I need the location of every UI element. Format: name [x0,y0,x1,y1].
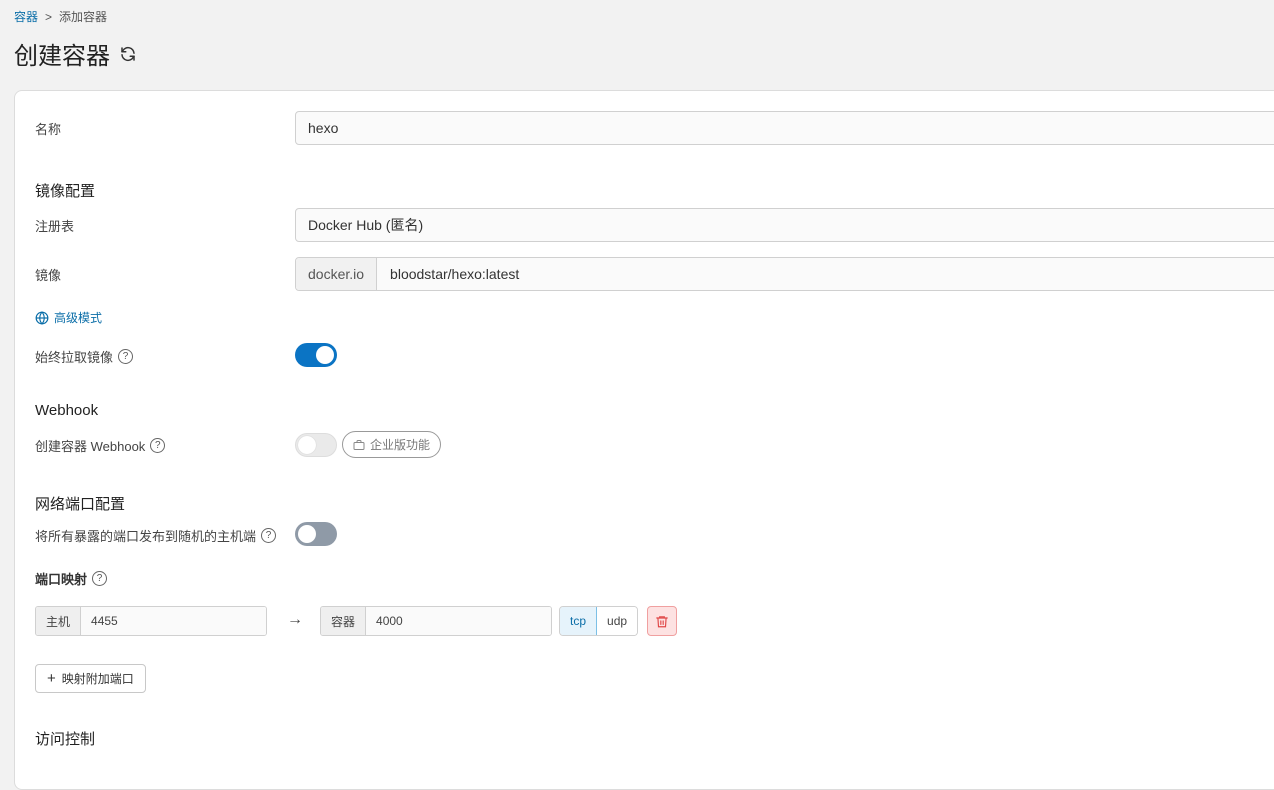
delete-mapping-button[interactable] [647,606,677,636]
briefcase-icon [353,439,365,450]
help-icon[interactable]: ? [261,528,277,543]
breadcrumb-current: 添加容器 [59,10,108,24]
toggle-knob [298,436,316,454]
network-section-title: 网络端口配置 [35,496,126,513]
host-port-prefix: 主机 [36,607,82,635]
enterprise-feature-badge: 企业版功能 [342,431,442,458]
help-icon[interactable]: ? [150,438,166,453]
breadcrumb-separator: > [45,9,53,24]
image-registry-prefix: docker.io [296,258,378,290]
toggle-knob [316,346,334,364]
protocol-udp-button[interactable]: udp [597,607,638,635]
form-card: 名称 hexo 镜像配置 注册表 Docker Hub (匿名) 镜像 dock… [14,90,1274,790]
name-input[interactable]: hexo [295,111,1274,145]
always-pull-toggle[interactable] [295,343,337,367]
page-header: 创建容器 [14,36,137,71]
name-label: 名称 [35,122,62,137]
host-port-group: 主机 4455 [35,606,267,636]
create-webhook-label: 创建容器 Webhook ? [35,436,166,455]
registry-label: 注册表 [35,219,75,234]
advanced-mode-link[interactable]: 高级模式 [35,309,102,326]
port-mapping-label: 端口映射 ? [35,569,108,588]
help-icon[interactable]: ? [92,571,108,586]
help-icon[interactable]: ? [118,349,134,364]
publish-all-label: 将所有暴露的端口发布到随机的主机端 ? [35,526,277,545]
protocol-tcp-button[interactable]: tcp [560,607,598,635]
refresh-icon[interactable] [119,45,137,63]
trash-icon [656,615,668,627]
host-port-input[interactable]: 4455 [81,607,266,635]
plus-icon: + [47,670,56,687]
webhook-section-title: Webhook [35,402,99,419]
container-port-input[interactable]: 4000 [366,607,551,635]
webhook-toggle [295,433,337,457]
registry-select[interactable]: Docker Hub (匿名) [295,208,1274,242]
breadcrumb-containers-link[interactable]: 容器 [14,8,38,25]
arrow-right-icon: → [287,611,303,628]
image-input-group: docker.io bloodstar/hexo:latest [295,257,1274,291]
toggle-knob [298,525,316,543]
globe-icon [35,310,49,325]
container-port-prefix: 容器 [321,607,367,635]
access-control-section-title: 访问控制 [35,731,96,748]
always-pull-label: 始终拉取镜像 ? [35,347,134,366]
breadcrumb: 容器 > 添加容器 [14,8,107,25]
container-port-group: 容器 4000 [320,606,552,636]
page-title: 创建容器 [14,43,110,70]
image-section-title: 镜像配置 [35,183,96,200]
protocol-selector: tcp udp [559,606,639,636]
image-input[interactable]: bloodstar/hexo:latest [377,258,1274,290]
add-port-mapping-button[interactable]: + 映射附加端口 [35,664,146,693]
image-label: 镜像 [35,268,62,283]
publish-all-toggle[interactable] [295,522,337,546]
